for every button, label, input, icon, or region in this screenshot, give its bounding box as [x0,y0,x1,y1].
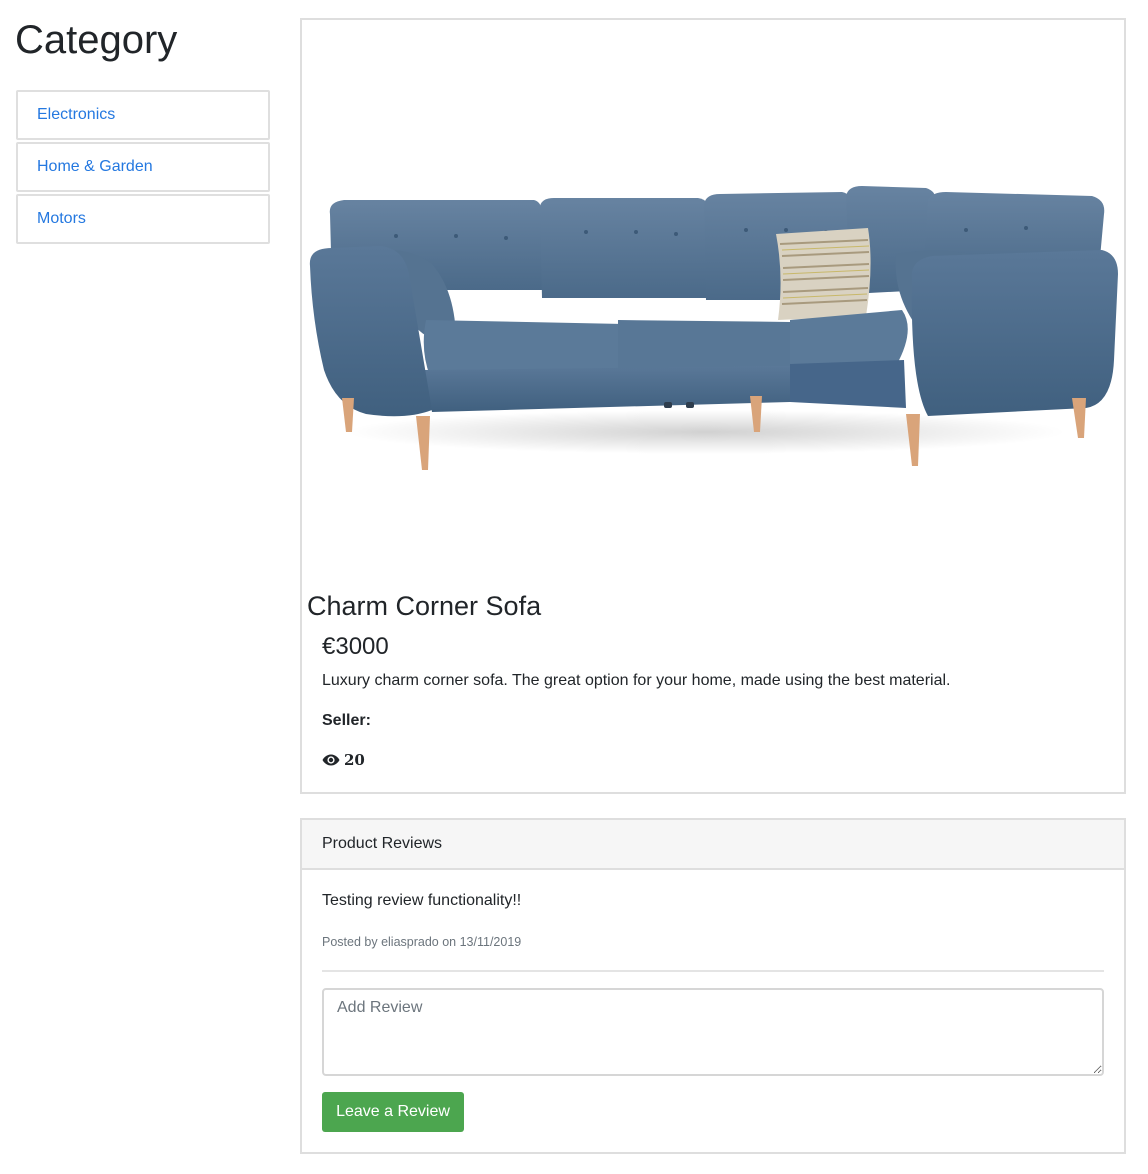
view-count: 20 [322,751,365,769]
review-meta: Posted by eliasprado on 13/11/2019 [322,935,522,949]
product-description: Luxury charm corner sofa. The great opti… [322,672,951,689]
sidebar-title: Category [15,18,178,62]
category-item-electronics[interactable]: Electronics [16,90,270,140]
product-card: Charm Corner Sofa €3000 Luxury charm cor… [300,18,1126,794]
view-count-value: 20 [344,751,365,769]
product-price: €3000 [322,633,389,660]
eye-icon [322,754,340,766]
seller-label: Seller: [322,712,371,729]
product-title: Charm Corner Sofa [307,591,542,621]
reviews-card: Product Reviews Testing review functiona… [300,818,1126,1154]
review-text: Testing review functionality!! [322,892,522,909]
add-review-input[interactable] [322,988,1104,1076]
reviews-header: Product Reviews [302,820,1124,870]
product-image [309,186,1118,470]
category-item-motors[interactable]: Motors [16,194,270,244]
category-item-home-garden[interactable]: Home & Garden [16,142,270,192]
category-list: Electronics Home & Garden Motors [16,90,270,244]
review-divider [322,970,1104,972]
leave-review-button[interactable]: Leave a Review [322,1092,464,1132]
